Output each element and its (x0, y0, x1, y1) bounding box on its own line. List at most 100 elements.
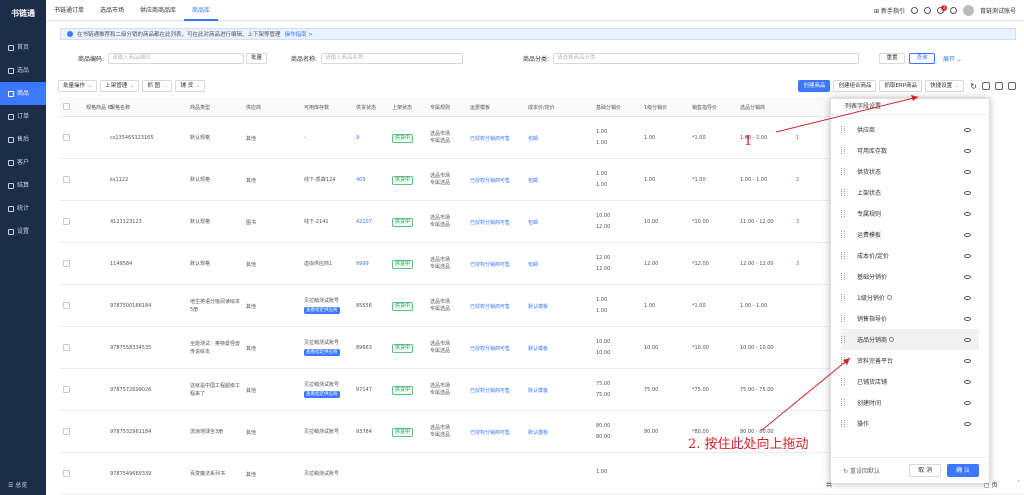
sidebar-item-0[interactable]: 首页 (0, 36, 46, 59)
cell-freight[interactable]: 默认模板 (528, 369, 548, 411)
notification-icon[interactable]: 3 (936, 4, 947, 14)
column-header[interactable]: 选品分销商 (740, 104, 765, 111)
row-checkbox[interactable] (63, 302, 70, 309)
drag-handle-icon[interactable] (841, 420, 845, 427)
drag-handle-icon[interactable] (841, 378, 845, 385)
batch-input-button[interactable]: 批量 (246, 52, 268, 64)
field-item[interactable]: 运费模板 (841, 224, 979, 245)
drag-handle-icon[interactable] (841, 189, 845, 196)
distribute-dropdown[interactable]: 铺 货 ⌄ (175, 80, 206, 92)
cell-rule[interactable]: 已授权分销商可售 (470, 117, 510, 159)
cell-rule[interactable]: 已授权分销商可售 (470, 243, 510, 285)
eye-icon[interactable] (964, 190, 971, 195)
eye-icon[interactable] (964, 127, 971, 132)
eye-icon[interactable] (964, 211, 971, 216)
sidebar-item-4[interactable]: 售后 (0, 128, 46, 151)
category-select[interactable]: 请选择商品分类 (553, 52, 860, 64)
field-item[interactable]: 1级分销价 (841, 287, 979, 308)
quick-settings-dropdown[interactable]: 快捷设置 ⌄ (925, 80, 965, 92)
drag-handle-icon[interactable] (841, 210, 845, 217)
column-header[interactable]: 1级分销价 (644, 104, 667, 111)
column-header[interactable]: 基础分销价 (596, 104, 621, 111)
cell-freight[interactable]: 包邮 (528, 201, 538, 243)
cell-freight[interactable]: 默认模板 (528, 285, 548, 327)
column-header[interactable]: 供应商 (246, 104, 261, 111)
row-checkbox[interactable] (63, 470, 70, 477)
cell-rule[interactable]: 已授权分销商可售 (470, 411, 510, 453)
eye-icon[interactable] (964, 421, 971, 426)
column-header[interactable]: 销售指导价 (692, 104, 717, 111)
row-checkbox[interactable] (63, 344, 70, 351)
eye-icon[interactable] (964, 148, 971, 153)
column-header[interactable]: 可用库存数 (304, 104, 329, 111)
shelf-dropdown[interactable]: 上架管理 ⌄ (100, 80, 140, 92)
sidebar-overview[interactable]: ☰ 总览 (8, 480, 27, 489)
field-item[interactable]: 供应商 (841, 119, 979, 140)
drag-handle-icon[interactable] (841, 147, 845, 154)
sidebar-item-2[interactable]: 商品 (0, 82, 46, 105)
view-supplier-tag[interactable]: 查看指定供应商 (304, 307, 340, 314)
user-name[interactable]: 育链测试账号 (980, 6, 1016, 15)
field-item[interactable]: 成本价/定价 (841, 245, 979, 266)
page-input[interactable]: ▢ (984, 482, 990, 489)
eye-icon[interactable] (964, 316, 971, 321)
drag-handle-icon[interactable] (841, 231, 845, 238)
drag-handle-icon[interactable] (841, 357, 845, 364)
eye-icon[interactable] (964, 379, 971, 384)
fullscreen-icon[interactable] (1008, 82, 1016, 90)
reset-default-link[interactable]: ↻ 重设回默认 (843, 466, 880, 475)
message-icon[interactable] (923, 6, 931, 14)
export-icon[interactable] (995, 82, 1003, 90)
cell-distributor[interactable]: 2 (796, 159, 799, 201)
view-supplier-tag[interactable]: 查看指定供应商 (304, 391, 340, 398)
row-checkbox[interactable] (63, 134, 70, 141)
search-button[interactable]: 查询 (909, 52, 936, 64)
drag-handle-icon[interactable] (841, 252, 845, 259)
cell-rule[interactable]: 已授权分销商可售 (470, 201, 510, 243)
grab-image-dropdown[interactable]: 抓 图 ⌄ (142, 80, 173, 92)
cell-distributor[interactable]: 3 (796, 201, 799, 243)
cell-distributor[interactable]: 3 (796, 243, 799, 285)
field-item[interactable]: 销售指导价 (841, 308, 979, 329)
column-header[interactable]: 专属规则 (430, 104, 450, 111)
eye-icon[interactable] (964, 358, 971, 363)
help-icon[interactable] (910, 6, 918, 14)
create-combo-button[interactable]: 创建组合商品 (833, 80, 877, 92)
field-item[interactable]: 已铺货店铺 (841, 371, 979, 392)
eye-icon[interactable] (964, 295, 971, 300)
field-item[interactable]: 基础分销价 (841, 266, 979, 287)
guide-link[interactable]: ⊞ 新手指引 (874, 6, 905, 15)
eye-icon[interactable] (964, 169, 971, 174)
eye-icon[interactable] (964, 400, 971, 405)
sidebar-item-7[interactable]: 统计 (0, 197, 46, 220)
column-header[interactable]: 商品类型 (190, 104, 210, 111)
cell-freight[interactable]: 包邮 (528, 117, 538, 159)
reset-button[interactable]: 重置 (879, 52, 906, 64)
column-header[interactable]: 成本价/定价 (528, 104, 555, 111)
row-checkbox[interactable] (63, 176, 70, 183)
cell-freight[interactable]: 默认模板 (528, 411, 548, 453)
refresh-icon[interactable]: ↻ (970, 82, 977, 91)
eye-icon[interactable] (964, 274, 971, 279)
field-item[interactable]: 操作 (841, 413, 979, 434)
cell-distributor[interactable]: 1 (796, 117, 799, 159)
drag-handle-icon[interactable] (841, 273, 845, 280)
column-header[interactable]: 上架状态 (392, 104, 412, 111)
column-header[interactable]: 运费模板 (470, 104, 490, 111)
top-tab-orders[interactable]: 书链通订单 (46, 0, 92, 21)
drag-handle-icon[interactable] (841, 126, 845, 133)
name-input[interactable]: 请输入商品名称 (321, 52, 464, 64)
eye-icon[interactable] (964, 253, 971, 258)
fetch-erp-button[interactable]: 抓取ERP商品 (879, 80, 923, 92)
cell-freight[interactable]: 默认模板 (528, 327, 548, 369)
select-all-checkbox[interactable] (63, 103, 70, 110)
cell-rule[interactable]: 已授权分销商可售 (470, 159, 510, 201)
eye-icon[interactable] (964, 232, 971, 237)
row-checkbox[interactable] (63, 386, 70, 393)
row-checkbox[interactable] (63, 428, 70, 435)
sidebar-item-6[interactable]: 结算 (0, 174, 46, 197)
confirm-button[interactable]: 确 认 (947, 464, 979, 477)
field-item[interactable]: 资料完善平台 (841, 350, 979, 371)
column-settings-icon[interactable] (982, 82, 990, 90)
drag-handle-icon[interactable] (841, 315, 845, 322)
